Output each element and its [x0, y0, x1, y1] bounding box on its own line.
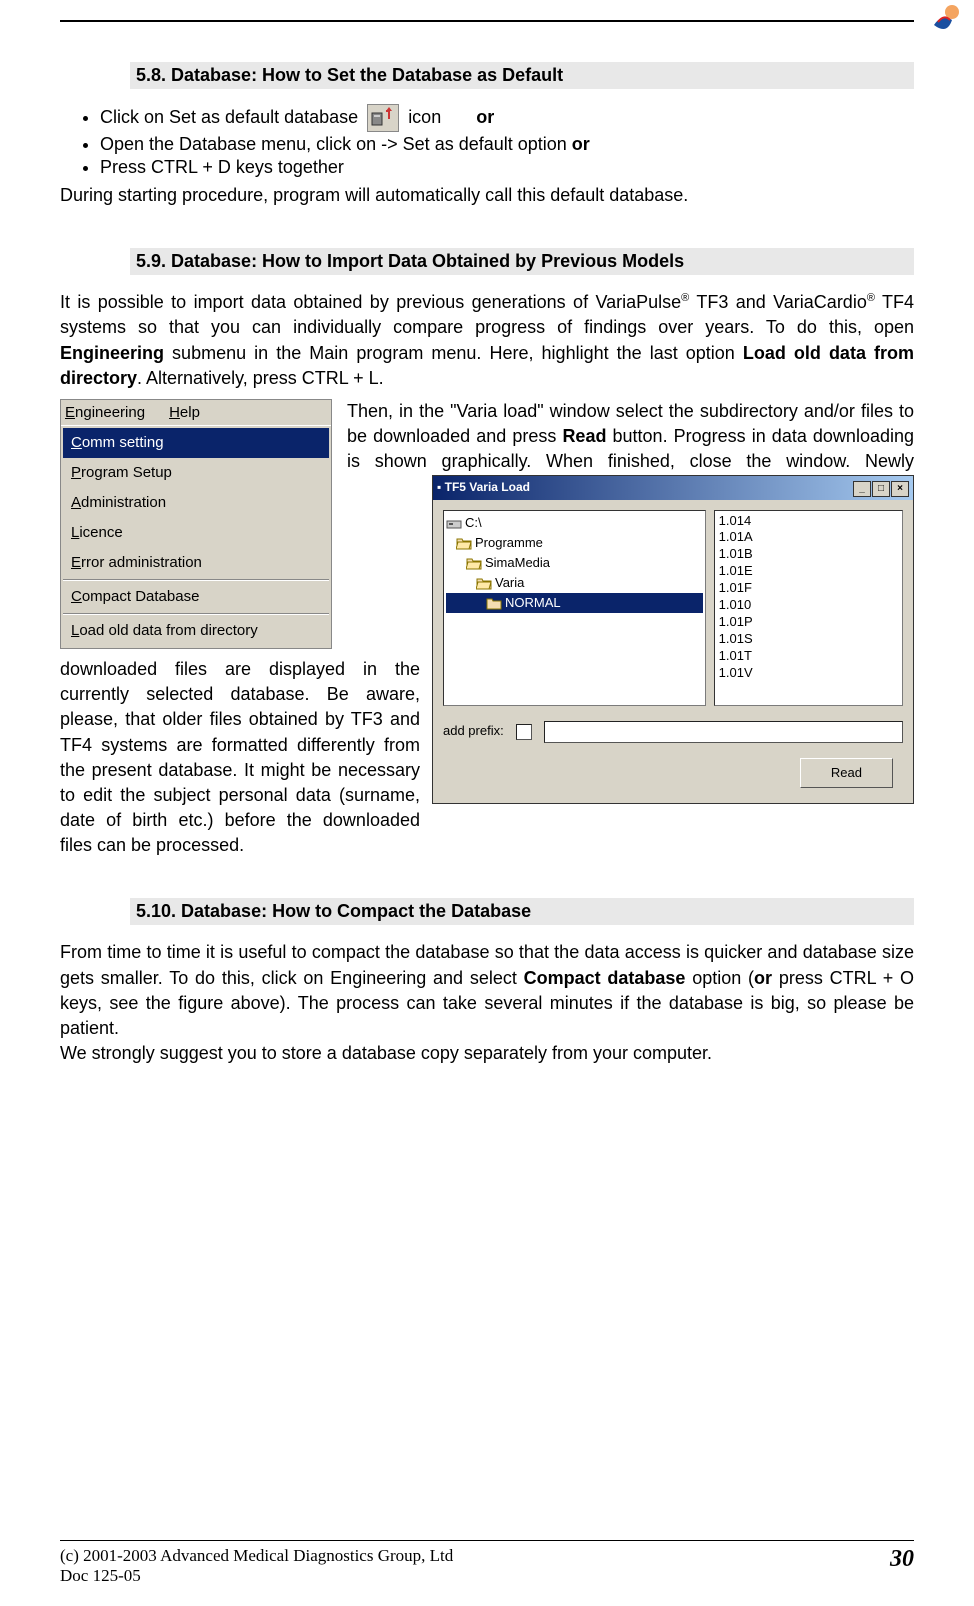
- menu-engineering[interactable]: Engineering: [65, 402, 157, 423]
- section-heading-5-10: 5.10. Database: How to Compact the Datab…: [130, 898, 914, 925]
- bullet-item: Click on Set as default database icon or: [100, 104, 914, 132]
- prefix-input[interactable]: [544, 721, 903, 743]
- menu-dropdown: Comm settingProgram SetupAdministrationL…: [61, 425, 331, 648]
- folder-tree-pane[interactable]: C:\ProgrammeSimaMediaVariaNORMAL: [443, 510, 706, 706]
- engineering-menu-screenshot: Engineering Help Comm settingProgram Set…: [60, 399, 332, 649]
- folder-item[interactable]: C:\: [446, 513, 703, 533]
- file-item[interactable]: 1.01T: [717, 648, 900, 665]
- section-heading-5-9: 5.9. Database: How to Import Data Obtain…: [130, 248, 914, 275]
- file-item[interactable]: 1.01P: [717, 614, 900, 631]
- menu-help[interactable]: Help: [169, 402, 212, 423]
- minimize-button[interactable]: _: [853, 481, 871, 497]
- folder-item[interactable]: NORMAL: [446, 593, 703, 613]
- file-item[interactable]: 1.01E: [717, 563, 900, 580]
- add-prefix-checkbox[interactable]: [516, 724, 532, 740]
- menu-bar: Engineering Help: [61, 400, 331, 425]
- file-item[interactable]: 1.01S: [717, 631, 900, 648]
- file-item[interactable]: 1.01F: [717, 580, 900, 597]
- bullet-or: or: [572, 134, 590, 154]
- folder-item[interactable]: SimaMedia: [446, 553, 703, 573]
- paragraph: It is possible to import data obtained b…: [60, 290, 914, 391]
- bullet-text: Open the Database menu, click on -> Set …: [100, 134, 572, 154]
- bullet-text: Press CTRL + D keys together: [100, 157, 344, 177]
- set-default-database-icon: [367, 104, 399, 132]
- page-number: 30: [890, 1546, 914, 1586]
- menu-item[interactable]: Administration: [63, 488, 329, 518]
- paragraph: We strongly suggest you to store a datab…: [60, 1041, 914, 1066]
- maximize-button[interactable]: □: [872, 481, 890, 497]
- window-title: TF5 Varia Load: [445, 480, 530, 494]
- bullet-or: or: [476, 107, 494, 127]
- header-rule: [60, 20, 914, 22]
- section-heading-5-8: 5.8. Database: How to Set the Database a…: [130, 62, 914, 89]
- menu-item[interactable]: Load old data from directory: [63, 616, 329, 646]
- bullet-text: Click on Set as default database: [100, 107, 363, 127]
- file-item[interactable]: 1.014: [717, 513, 900, 530]
- window-titlebar: ▪ TF5 Varia Load _□×: [433, 476, 913, 500]
- menu-item[interactable]: Error administration: [63, 548, 329, 578]
- paragraph: From time to time it is useful to compac…: [60, 940, 914, 1041]
- menu-item[interactable]: Compact Database: [63, 582, 329, 612]
- company-logo-icon: [924, 0, 964, 40]
- file-item[interactable]: 1.01A: [717, 529, 900, 546]
- menu-item[interactable]: Comm setting: [63, 428, 329, 458]
- paragraph: During starting procedure, program will …: [60, 183, 914, 208]
- bullet-text: icon: [408, 107, 446, 127]
- file-item[interactable]: 1.010: [717, 597, 900, 614]
- bullets-5-8: Click on Set as default database icon or…: [60, 104, 914, 178]
- menu-item[interactable]: Program Setup: [63, 458, 329, 488]
- footer-doc: Doc 125-05: [60, 1566, 453, 1586]
- file-list-pane[interactable]: 1.0141.01A1.01B1.01E1.01F1.0101.01P1.01S…: [714, 510, 903, 706]
- page-footer: (c) 2001-2003 Advanced Medical Diagnosti…: [60, 1540, 914, 1586]
- read-button[interactable]: Read: [800, 758, 893, 788]
- wrapped-content: Engineering Help Comm settingProgram Set…: [60, 399, 914, 859]
- folder-item[interactable]: Programme: [446, 533, 703, 553]
- varia-load-window: ▪ TF5 Varia Load _□× C:\ProgrammeSimaMed…: [432, 475, 914, 804]
- close-button[interactable]: ×: [891, 481, 909, 497]
- app-icon: ▪: [437, 480, 441, 494]
- folder-item[interactable]: Varia: [446, 573, 703, 593]
- menu-item[interactable]: Licence: [63, 518, 329, 548]
- bullet-item: Open the Database menu, click on -> Set …: [100, 134, 914, 155]
- bullet-item: Press CTRL + D keys together: [100, 157, 914, 178]
- file-item[interactable]: 1.01V: [717, 665, 900, 682]
- file-item[interactable]: 1.01B: [717, 546, 900, 563]
- footer-copyright: (c) 2001-2003 Advanced Medical Diagnosti…: [60, 1546, 453, 1566]
- add-prefix-label: add prefix:: [443, 722, 504, 740]
